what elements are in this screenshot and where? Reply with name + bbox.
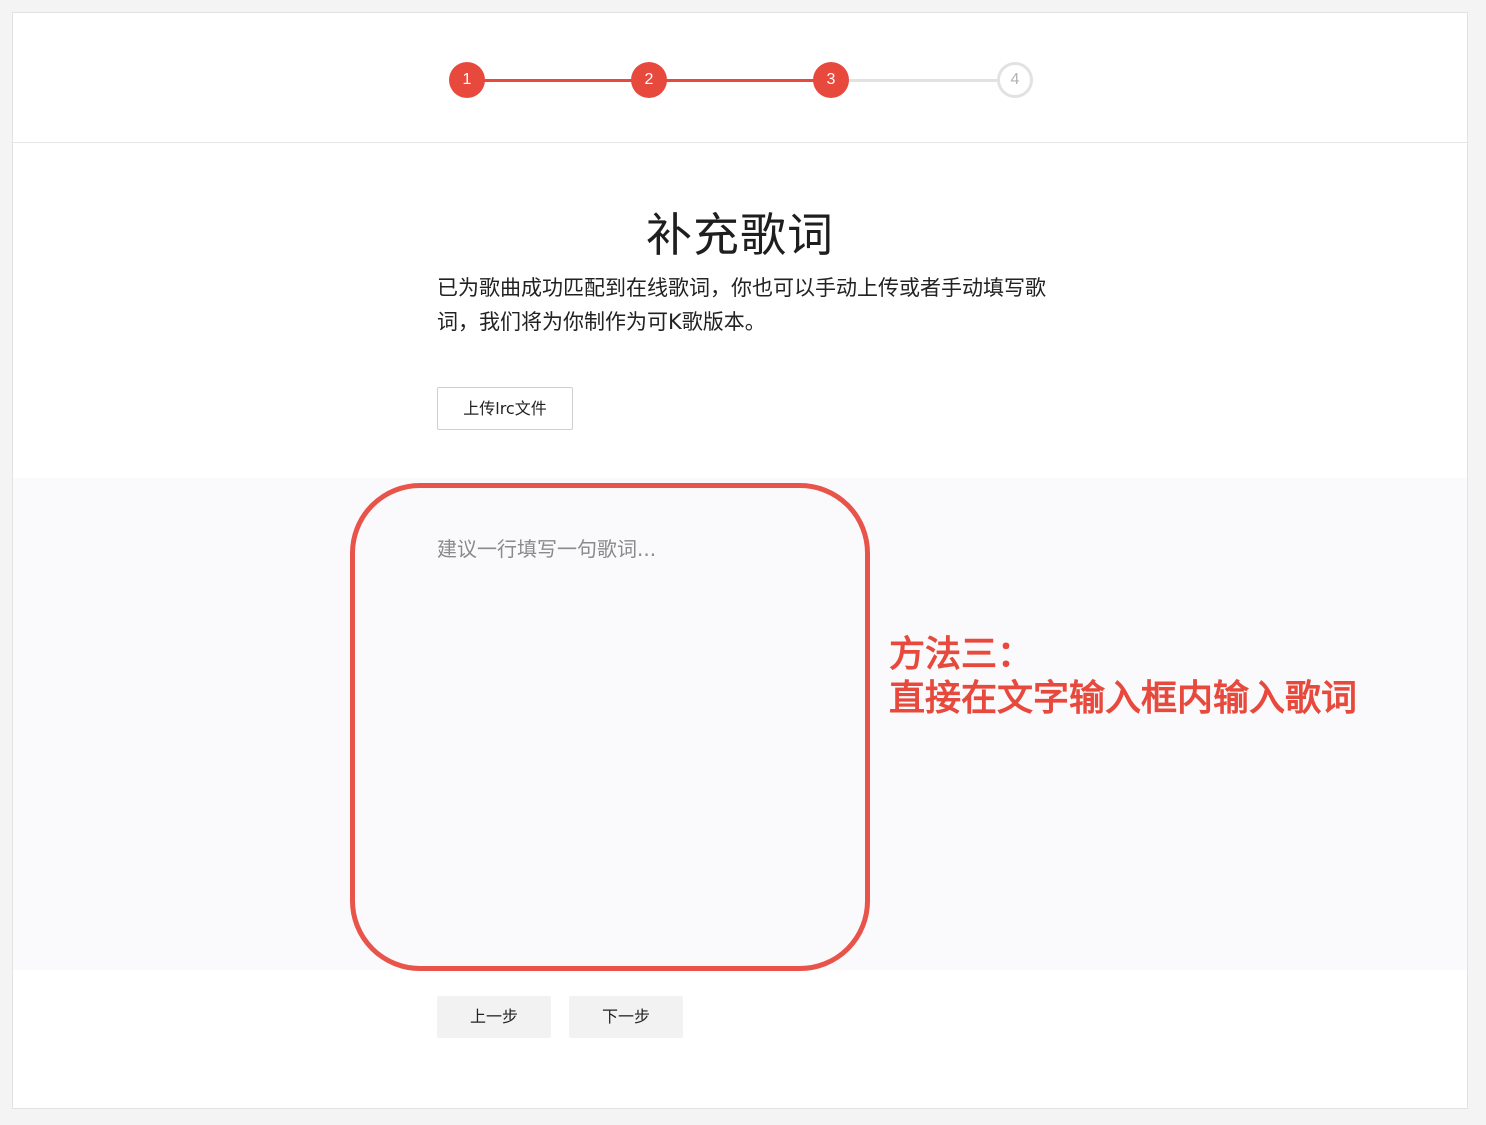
annotation-line-2: 直接在文字输入框内输入歌词	[889, 678, 1358, 719]
annotation-text: 方法三： 直接在文字输入框内输入歌词	[889, 633, 1357, 721]
step-2: 2	[631, 62, 667, 98]
step-progress: 1 2 3 4	[13, 13, 1467, 143]
page-title: 补充歌词	[646, 208, 834, 262]
upload-lrc-button[interactable]: 上传lrc文件	[437, 387, 573, 430]
next-step-button[interactable]: 下一步	[569, 996, 683, 1038]
step-connector-3-4	[831, 79, 1015, 82]
page-frame: 1 2 3 4 补充歌词 已为歌曲成功匹配到在线歌词，你也可以手动上传或者手动填…	[12, 12, 1468, 1109]
step-1: 1	[449, 62, 485, 98]
annotation-line-1: 方法三：	[889, 634, 1034, 675]
prev-step-button[interactable]: 上一步	[437, 996, 551, 1038]
step-3: 3	[813, 62, 849, 98]
step-connector-1-2	[467, 79, 649, 82]
step-connector-2-3	[649, 79, 831, 82]
page-description: 已为歌曲成功匹配到在线歌词，你也可以手动上传或者手动填写歌词，我们将为你制作为可…	[437, 276, 1046, 334]
step-4: 4	[997, 62, 1033, 98]
lyrics-textarea[interactable]	[437, 533, 1037, 933]
